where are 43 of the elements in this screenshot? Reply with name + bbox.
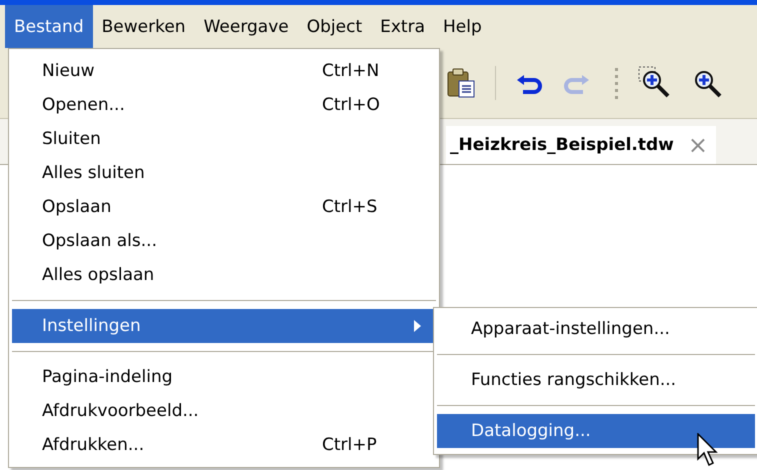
menu-item-label: Opslaan	[42, 197, 112, 217]
menu-item-label: Nieuw	[42, 61, 96, 81]
shortcut-label: Ctrl+S	[322, 197, 378, 217]
menu-item[interactable]: Opslaan Ctrl+S	[12, 190, 436, 224]
shortcut-label: Ctrl+O	[322, 95, 381, 115]
zoom-selection-icon[interactable]	[638, 66, 672, 100]
menu-title[interactable]: Object	[298, 5, 372, 48]
shortcut-label: Ctrl+N	[322, 61, 380, 81]
menu-item[interactable]: Openen... Ctrl+O	[12, 88, 436, 122]
menu-item-label: Afdrukvoorbeeld...	[42, 401, 200, 421]
document-tab[interactable]: _Heizkreis_Beispiel.tdw ×	[446, 126, 716, 164]
menu-item[interactable]: Instellingen	[12, 309, 436, 343]
menu-item[interactable]: Opslaan als...	[12, 224, 436, 258]
menu-item-label: Sluiten	[42, 129, 102, 149]
menu-title[interactable]: Bewerken	[92, 5, 195, 48]
menu-item[interactable]: Datalogging...	[437, 414, 755, 448]
menu-item-label: Opslaan als...	[42, 231, 158, 251]
menu-item[interactable]: Afdrukvoorbeeld...	[12, 394, 436, 428]
menu-item-label: Functies rangschikken...	[471, 370, 678, 390]
menu-title[interactable]: Extra	[371, 5, 434, 48]
menu-item-label: Alles opslaan	[42, 265, 156, 285]
tab-title: _Heizkreis_Beispiel.tdw	[450, 135, 674, 155]
menu-item[interactable]: Functies rangschikken...	[437, 363, 755, 397]
menu-item-label: Alles sluiten	[42, 163, 146, 183]
menu-item-label: Afdrukken...	[42, 435, 146, 455]
menu-item[interactable]: Sluiten	[12, 122, 436, 156]
menu-title[interactable]: Bestand	[5, 5, 93, 48]
menu-item[interactable]: Afdrukken... Ctrl+P	[12, 428, 436, 462]
menu-title[interactable]: Help	[434, 5, 491, 48]
menu-item[interactable]: Nieuw Ctrl+N	[12, 54, 436, 88]
menu-item-label: Instellingen	[42, 316, 142, 336]
menu-item-label: Pagina-indeling	[42, 367, 174, 387]
menu-item[interactable]: Pagina-indeling	[12, 360, 436, 394]
menu-item[interactable]: Apparaat-instellingen...	[437, 312, 755, 346]
menu-item-label: Datalogging...	[471, 421, 592, 441]
menu-item[interactable]: Alles sluiten	[12, 156, 436, 190]
menu-item[interactable]: Alles opslaan	[12, 258, 436, 292]
shortcut-label: Ctrl+P	[322, 435, 378, 455]
clipboard-icon[interactable]	[445, 67, 477, 99]
menu-item-label: Apparaat-instellingen...	[471, 319, 671, 339]
menu-item-label: Openen...	[42, 95, 126, 115]
grip-icon	[614, 66, 620, 100]
menu-title[interactable]: Weergave	[194, 5, 298, 48]
